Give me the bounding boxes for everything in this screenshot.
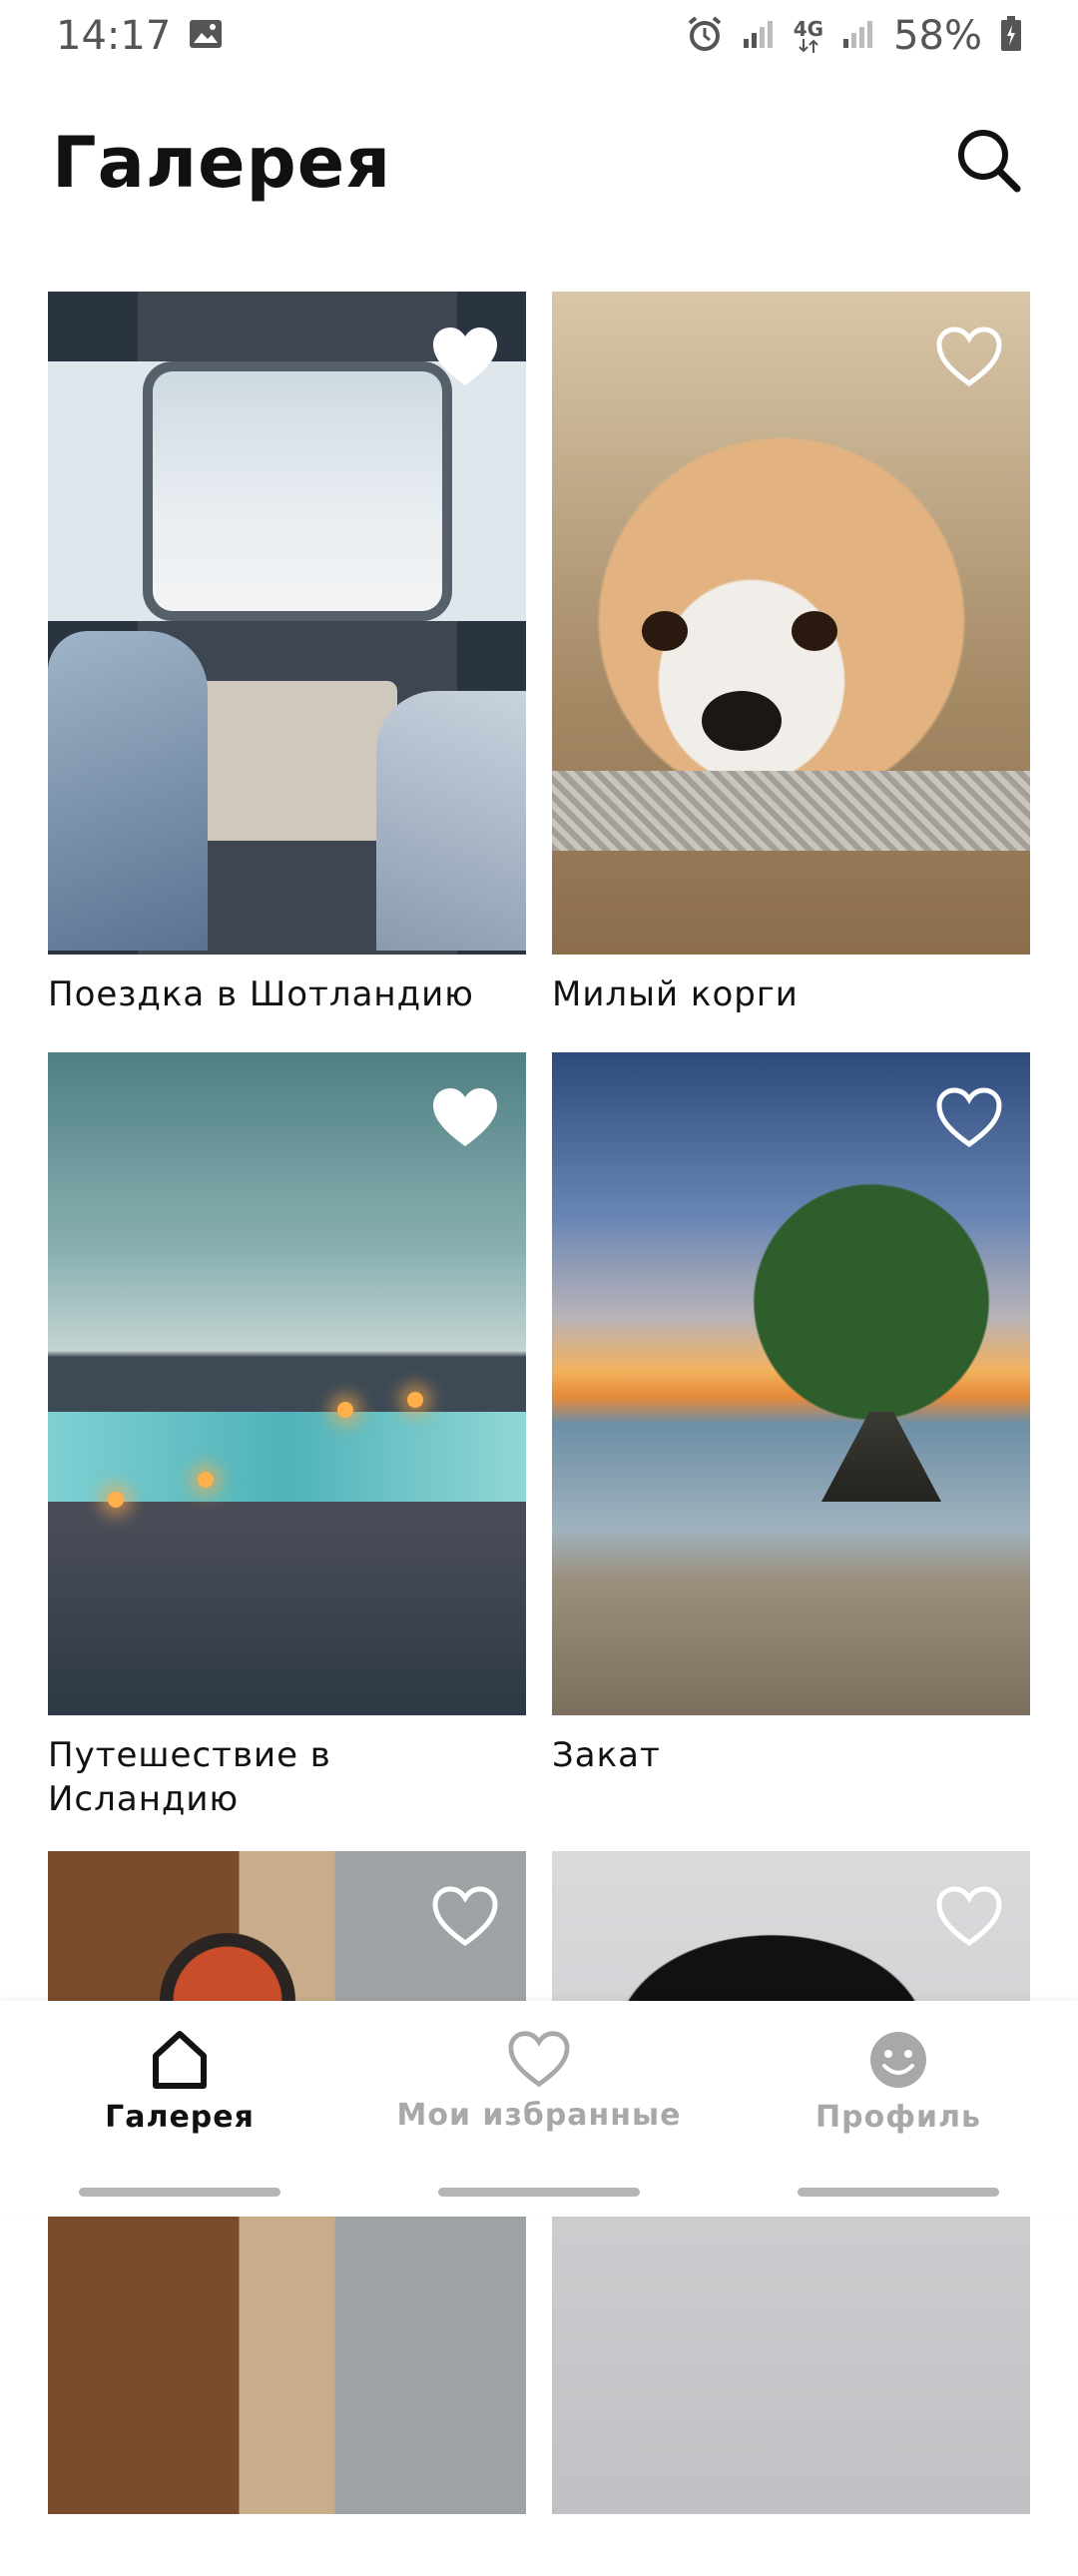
gallery-card: Поездка в Шотландию [48,292,526,1052]
nav-label-profile: Профиль [815,2099,981,2135]
lagoon [48,1412,526,1502]
heart-filled-icon [433,1088,497,1146]
card-image-iceland[interactable] [48,1052,526,1715]
heart-outline-icon [936,1886,1002,1947]
train-table [198,681,397,841]
signal-icon-2 [841,19,875,53]
blanket [376,691,526,951]
light-glow [337,1402,353,1418]
home-icon [153,2030,207,2089]
nav-item-profile[interactable]: Профиль [719,2001,1078,2161]
favorite-button[interactable] [934,325,1004,389]
smiley-icon [870,2031,926,2088]
favorite-button[interactable] [934,1885,1004,1949]
app-header: Галерея [0,110,1078,230]
card-title [48,2532,526,2576]
heart-outline-icon [432,1886,498,1947]
dog-eye [642,611,688,651]
card-image-sunset[interactable] [552,1052,1030,1715]
favorite-button[interactable] [934,1086,1004,1150]
tree [722,1152,1021,1452]
gesture-pill [79,2188,280,2197]
card-image-train[interactable] [48,292,526,955]
status-left: 14:17 [56,13,223,59]
gallery-notification-icon [189,19,223,53]
card-image-corgi[interactable] [552,292,1030,955]
gallery-card: Милый корги [552,292,1030,1052]
gesture-pill [798,2188,999,2197]
nav-item-favorites[interactable]: Мои избранные [359,2001,719,2161]
gesture-pill [438,2188,640,2197]
favorite-button[interactable] [430,1885,500,1949]
status-time: 14:17 [56,13,172,59]
light-glow [198,1472,214,1488]
nav-item-gallery[interactable]: Галерея [0,2001,359,2161]
gallery-card: Путешествие в Исландию [48,1052,526,1851]
heart-outline-icon [936,326,1002,387]
gesture-bar [0,2188,1078,2197]
favorite-button[interactable] [430,325,500,389]
blanket [48,631,208,951]
search-icon [958,130,1021,193]
bottom-navigation: Галерея Мои избранные Профиль [0,2001,1078,2217]
battery-icon [1000,16,1022,56]
card-title: Закат [552,1735,661,1775]
status-bar: 14:17 4G 58% [0,0,1078,72]
dog-eye [792,611,837,651]
page-title: Галерея [52,122,392,204]
signal-icon [742,19,776,53]
network-label: 4G [793,17,824,41]
gallery-grid: Поездка в Шотландию Милый корги Путешест… [48,292,1030,2576]
battery-percentage: 58% [893,13,982,59]
card-title: Милый корги [552,974,799,1014]
favorite-button[interactable] [430,1086,500,1150]
nav-label-favorites: Мои избранные [396,2097,682,2133]
status-right: 4G 58% [686,13,1022,59]
nav-label-gallery: Галерея [105,2099,255,2135]
network-type-icon: 4G [794,19,823,53]
gallery-card: Закат [552,1052,1030,1851]
card-title: Путешествие в Исландию [48,1735,331,1819]
train-window [143,361,452,621]
heart-filled-icon [433,327,497,385]
light-glow [108,1492,124,1508]
rope [552,771,1030,851]
alarm-icon [686,15,724,57]
card-title [552,2532,1030,2576]
card-title: Поездка в Шотландию [48,974,474,1014]
heart-outline-icon [936,1087,1002,1148]
search-button[interactable] [948,120,1028,200]
light-glow [407,1392,423,1408]
dog-nose [702,691,782,751]
heart-icon [508,2030,570,2087]
